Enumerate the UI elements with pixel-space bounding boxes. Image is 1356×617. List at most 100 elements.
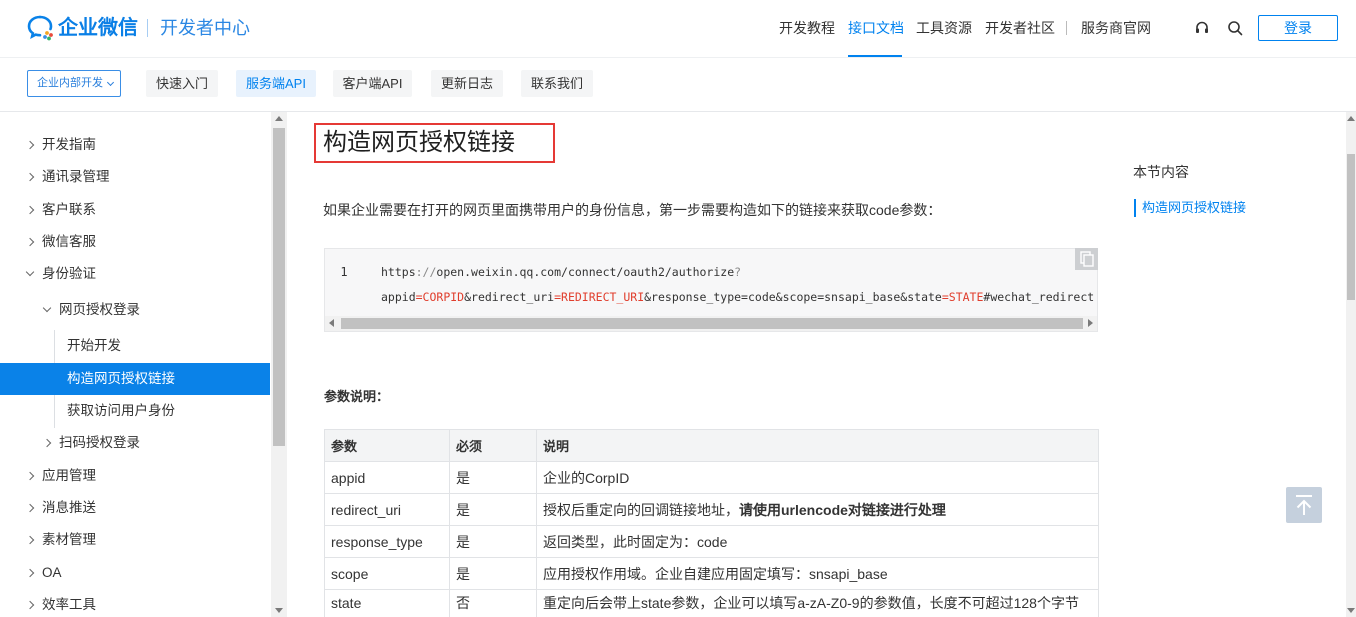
sidebar-item-efficiency-tools[interactable]: 效率工具 [0, 589, 270, 617]
headset-icon[interactable] [1194, 20, 1210, 36]
sidebar-item-app-management[interactable]: 应用管理 [0, 460, 270, 492]
param-required: 是 [449, 493, 537, 526]
nav-item-community[interactable]: 开发者社区 [985, 19, 1055, 37]
table-row: appid 是 企业的CorpID [324, 461, 1099, 494]
page-title: 构造网页授权链接 [323, 129, 515, 156]
chevron-right-icon [42, 438, 52, 448]
content-scrollbar[interactable] [1346, 112, 1356, 617]
sidebar-item-qr-login[interactable]: 扫码授权登录 [0, 427, 270, 459]
search-icon[interactable] [1227, 20, 1243, 36]
sidebar-scroll-thumb[interactable] [273, 128, 285, 446]
login-button[interactable]: 登录 [1258, 15, 1338, 41]
sidebar-item-label: 应用管理 [42, 468, 96, 483]
chevron-right-icon [25, 535, 35, 545]
chevron-down-icon [106, 78, 115, 87]
sidebar-item-web-oauth-login[interactable]: 网页授权登录 [0, 294, 270, 326]
sidebar-scrollbar[interactable] [271, 112, 287, 617]
chevron-right-icon [25, 568, 35, 578]
sidebar-item-wechat-service[interactable]: 微信客服 [0, 226, 270, 258]
back-to-top-button[interactable] [1286, 487, 1322, 523]
sidebar-item-message-push[interactable]: 消息推送 [0, 492, 270, 524]
chevron-right-icon [25, 471, 35, 481]
logo-link[interactable]: 企业微信 开发者中心 [0, 0, 260, 57]
description-text: 授权后重定向的回调链接地址， [543, 501, 739, 518]
tab-server-api[interactable]: 服务端API [236, 70, 316, 97]
copy-code-button[interactable] [1075, 248, 1098, 270]
col-header-description: 说明 [536, 429, 1099, 462]
param-required: 是 [449, 461, 537, 494]
param-description: 企业的CorpID [536, 461, 1099, 494]
tab-client-api[interactable]: 客户端API [333, 70, 412, 97]
tab-changelog[interactable]: 更新日志 [431, 70, 503, 97]
top-header: 企业微信 开发者中心 开发教程 接口文档 工具资源 开发者社区 服务商官网 登录 [0, 0, 1356, 58]
scroll-down-arrow-icon[interactable] [1347, 608, 1355, 613]
tab-contact-us[interactable]: 联系我们 [521, 70, 593, 97]
chevron-right-icon [25, 172, 35, 182]
param-description: 应用授权作用域。企业自建应用固定填写：snsapi_base [536, 557, 1099, 590]
code-token: =REDIRECT_URI [554, 290, 645, 304]
nav-item-api-docs[interactable]: 接口文档 [848, 19, 904, 37]
code-token: https [381, 265, 416, 279]
table-row: scope 是 应用授权作用域。企业自建应用固定填写：snsapi_base [324, 557, 1099, 590]
logo-divider [147, 19, 148, 37]
scroll-up-arrow-icon[interactable] [1347, 116, 1355, 121]
sidebar-item-oa[interactable]: OA [0, 557, 270, 589]
code-line: https://open.weixin.qq.com/connect/oauth… [381, 263, 741, 281]
sidebar-item-label: 消息推送 [42, 500, 96, 515]
sidebar-nav: 开发指南 通讯录管理 客户联系 微信客服 身份验证 网页授权登录 开始开发 构造… [0, 112, 270, 617]
sub-nav: 企业内部开发 快速入门 服务端API 客户端API 更新日志 联系我们 [0, 58, 1356, 112]
scroll-up-arrow-icon[interactable] [275, 116, 283, 121]
sidebar-item-label: 开发指南 [42, 137, 96, 152]
sidebar-item-label: 扫码授权登录 [59, 435, 140, 450]
sidebar-item-label: 客户联系 [42, 202, 96, 217]
sidebar-item-build-oauth-link[interactable]: 构造网页授权链接 [0, 363, 270, 395]
code-token: ? [734, 265, 742, 279]
sidebar-item-dev-guide[interactable]: 开发指南 [0, 129, 270, 161]
sidebar-item-customer-contact[interactable]: 客户联系 [0, 194, 270, 226]
content-scroll-thumb[interactable] [1347, 154, 1355, 300]
table-header-row: 参数 必须 说明 [324, 429, 1099, 462]
sidebar-item-label: 身份验证 [42, 266, 96, 281]
col-header-required: 必须 [449, 429, 537, 462]
sidebar-item-label: 网页授权登录 [59, 302, 140, 317]
code-token: =CORPID [415, 290, 465, 304]
nav-item-tools[interactable]: 工具资源 [916, 19, 972, 37]
code-token: &redirect_uri [464, 290, 555, 304]
line-number: 1 [340, 265, 348, 279]
intro-paragraph: 如果企业需要在打开的网页里面携带用户的身份信息，第一步需要构造如下的链接来获取c… [323, 202, 942, 218]
sidebar-item-get-user-identity[interactable]: 获取访问用户身份 [0, 395, 270, 427]
code-horizontal-scrollbar[interactable] [325, 316, 1097, 331]
param-required: 是 [449, 557, 537, 590]
param-name: response_type [324, 525, 450, 558]
sidebar-item-label: 构造网页授权链接 [67, 371, 175, 386]
sidebar-item-contacts[interactable]: 通讯录管理 [0, 161, 270, 193]
description-bold-text: 请使用urlencode对链接进行处理 [739, 501, 946, 518]
code-token: =STATE [941, 290, 984, 304]
sidebar-item-authentication[interactable]: 身份验证 [0, 258, 270, 290]
nav-item-provider-site[interactable]: 服务商官网 [1081, 19, 1151, 37]
wecom-logo-icon [27, 15, 53, 41]
toc-item-build-oauth-link[interactable]: 构造网页授权链接 [1134, 199, 1246, 217]
tab-quick-start[interactable]: 快速入门 [146, 70, 218, 97]
sidebar-item-start-dev[interactable]: 开始开发 [0, 330, 270, 362]
table-row: state 否 重定向后会带上state参数，企业可以填写a-zA-Z0-9的参… [324, 589, 1099, 617]
params-table: 参数 必须 说明 appid 是 企业的CorpID redirect_uri … [324, 429, 1099, 617]
scroll-down-arrow-icon[interactable] [275, 608, 283, 613]
table-row: response_type 是 返回类型，此时固定为：code [324, 525, 1099, 558]
sidebar-item-media[interactable]: 素材管理 [0, 524, 270, 556]
logo-subtitle: 开发者中心 [160, 18, 250, 38]
sidebar-item-label: OA [42, 565, 62, 580]
scroll-left-arrow-icon[interactable] [329, 319, 334, 327]
code-scroll-thumb[interactable] [341, 318, 1083, 329]
param-name: redirect_uri [324, 493, 450, 526]
nav-item-dev-tutorial[interactable]: 开发教程 [779, 19, 835, 37]
scroll-right-arrow-icon[interactable] [1088, 319, 1093, 327]
code-token: :// [415, 265, 437, 279]
scenario-dropdown[interactable]: 企业内部开发 [27, 70, 121, 97]
code-block: 1 https://open.weixin.qq.com/connect/oau… [324, 248, 1098, 332]
col-header-param: 参数 [324, 429, 450, 462]
code-lines: https://open.weixin.qq.com/connect/oauth… [381, 263, 1096, 307]
param-name: state [324, 589, 450, 617]
param-name: scope [324, 557, 450, 590]
logo-text: 企业微信 [58, 17, 138, 39]
